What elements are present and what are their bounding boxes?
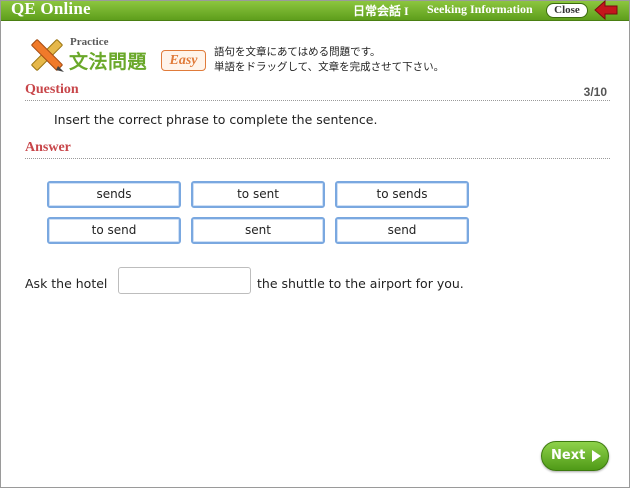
next-button[interactable]: Next (541, 441, 609, 471)
close-button[interactable]: Close (546, 3, 588, 18)
choice-chip[interactable]: to sent (191, 181, 325, 208)
pencil-ruler-icon (31, 39, 64, 72)
topic-name: Seeking Information (427, 2, 533, 16)
level-badge: Easy (161, 50, 206, 71)
section-title: 文法問題 (69, 51, 148, 73)
question-heading: Question (25, 82, 79, 97)
question-prompt: Insert the correct phrase to complete th… (54, 112, 378, 127)
answer-drop-slot[interactable] (118, 267, 251, 294)
divider (25, 100, 610, 101)
back-arrow-icon[interactable] (593, 0, 619, 21)
sentence-end: the shuttle to the airport for you. (257, 276, 464, 291)
choice-chip[interactable]: sends (47, 181, 181, 208)
choice-chip[interactable]: send (335, 217, 469, 244)
instruction-line-2: 単語をドラッグして、文章を完成させて下さい。 (214, 61, 445, 73)
question-counter: 3/10 (583, 85, 607, 99)
play-arrow-icon (592, 450, 601, 462)
divider (25, 158, 610, 159)
app-title: QE Online (11, 0, 91, 18)
title-bar: QE Online 日常会話 I Seeking Information Clo… (1, 0, 629, 21)
instruction-line-1: 語句を文章にあてはめる問題です。 (214, 46, 381, 58)
choice-chip[interactable]: to send (47, 217, 181, 244)
app-window: QE Online 日常会話 I Seeking Information Clo… (0, 0, 630, 488)
answer-heading: Answer (25, 140, 71, 155)
next-label: Next (551, 448, 586, 463)
sentence-start: Ask the hotel (25, 276, 108, 291)
course-name: 日常会話 I (353, 4, 409, 18)
choice-chip[interactable]: to sends (335, 181, 469, 208)
choice-chip[interactable]: sent (191, 217, 325, 244)
